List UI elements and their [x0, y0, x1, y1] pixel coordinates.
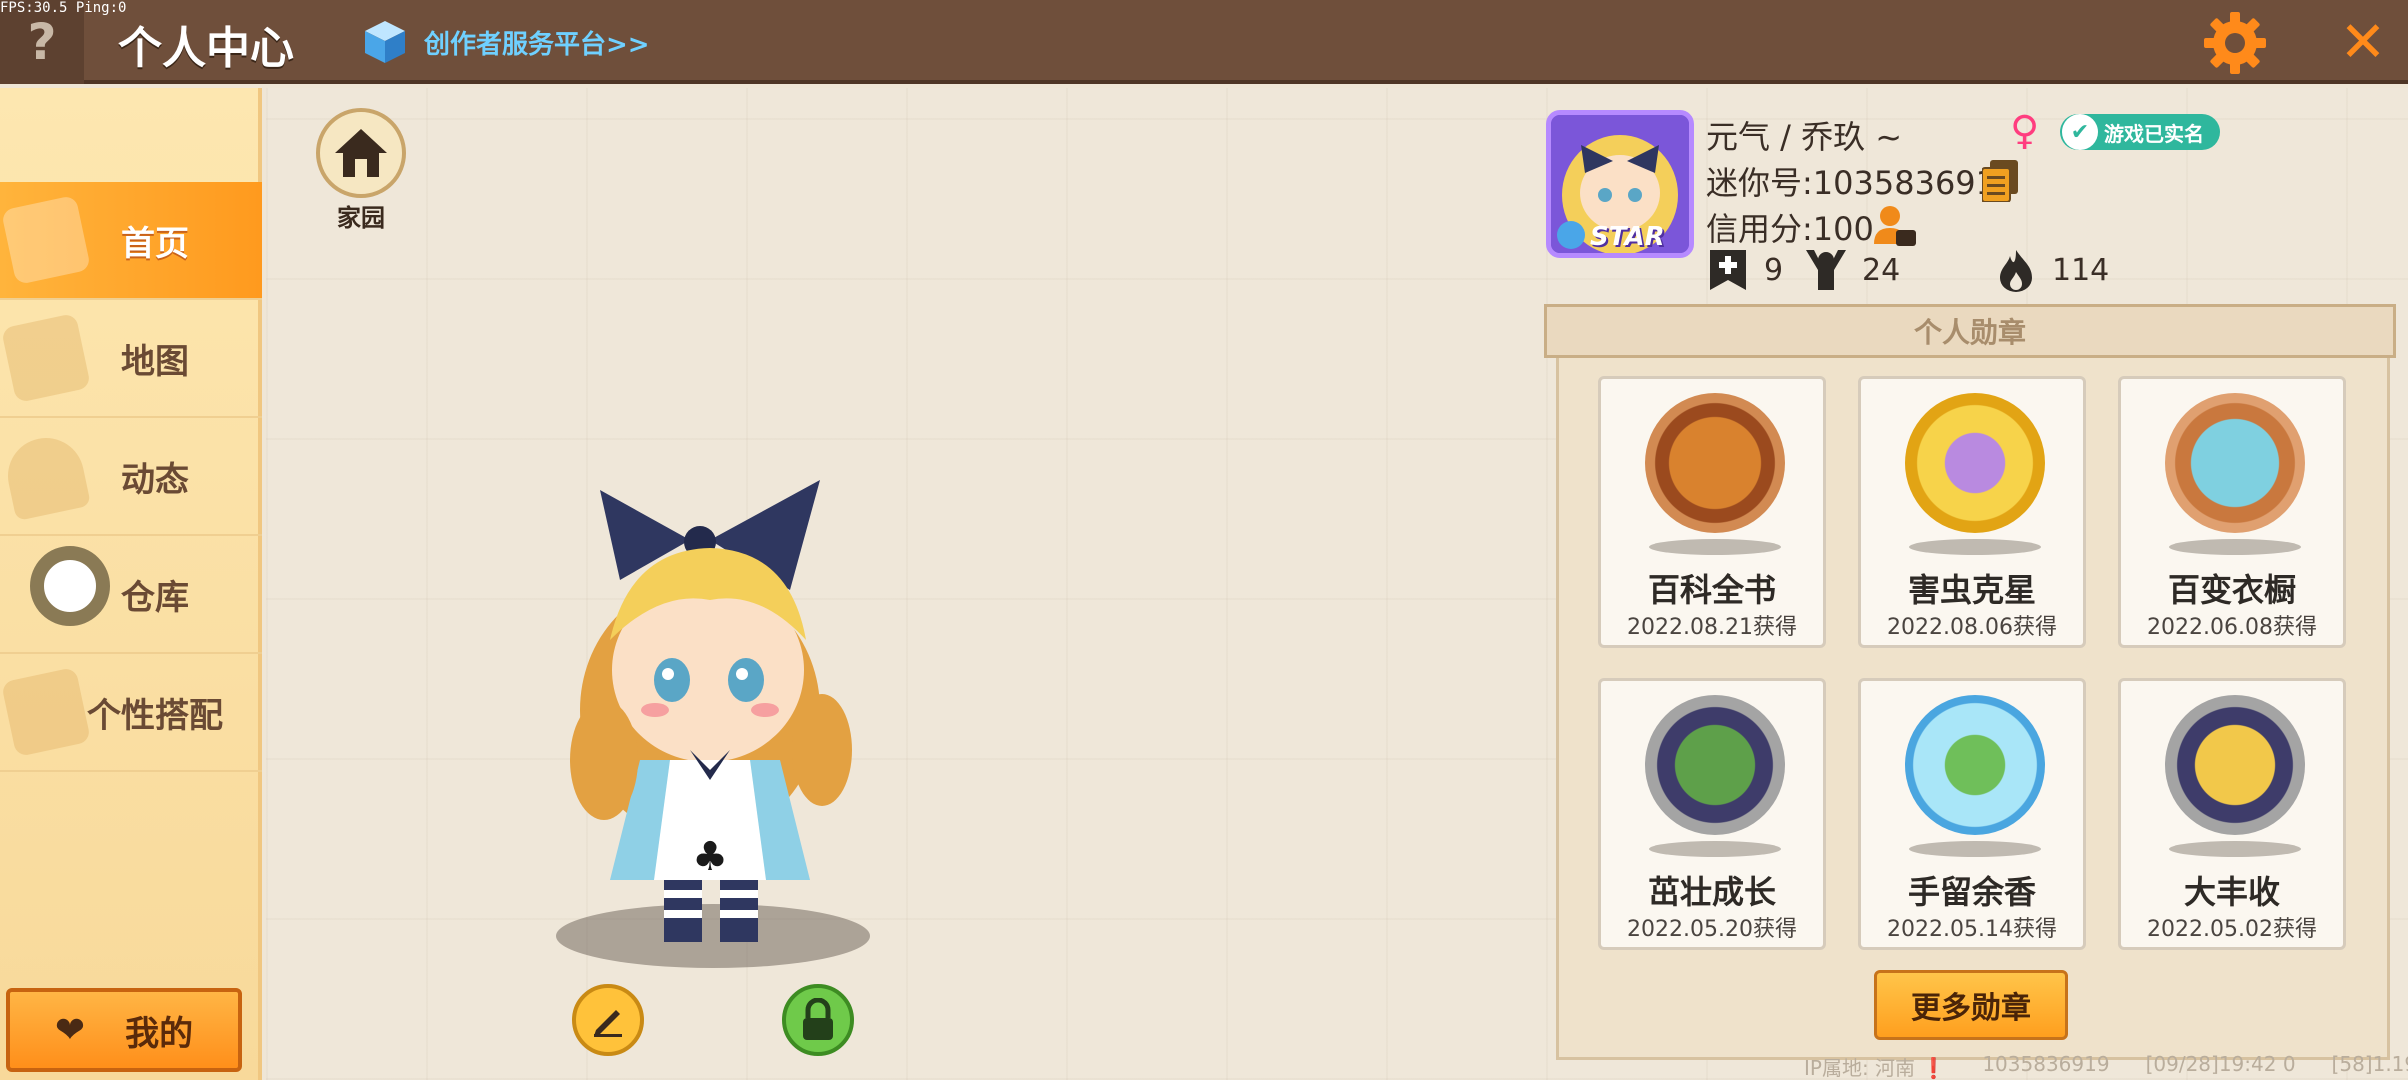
ip-location: IP属地: 河南 ❗ — [1804, 1056, 1947, 1080]
mine-button[interactable]: ❤ 我的 — [6, 988, 242, 1072]
footer-uid: 1035836919 — [1982, 1052, 2110, 1076]
stat-hot: 114 — [1994, 246, 2109, 294]
badge-name: 百变衣橱 — [2167, 571, 2296, 609]
badge-date: 2022.08.06获得 — [1887, 615, 2057, 640]
cube-icon — [365, 21, 405, 63]
badge-date: 2022.05.20获得 — [1627, 917, 1797, 942]
sidebar-item-feed[interactable]: 动态 — [0, 418, 262, 536]
more-badges-button[interactable]: 更多勋章 — [1874, 970, 2068, 1040]
heart-icon: ❤ — [54, 1009, 86, 1051]
badge-date: 2022.05.02获得 — [2147, 917, 2317, 942]
bell-icon — [0, 430, 92, 522]
top-bar: ? 个人中心 创作者服务平台>> ✕ — [0, 0, 2408, 84]
badge-date: 2022.06.08获得 — [2147, 615, 2317, 640]
edit-button[interactable] — [572, 984, 644, 1056]
stat-fans: 24 — [1804, 246, 1900, 294]
sidebar-item-label: 仓库 — [121, 577, 189, 618]
sidebar-item-label: 首页 — [121, 223, 189, 264]
lock-button[interactable] — [782, 984, 854, 1056]
badges-header: 个人勋章 — [1544, 304, 2396, 358]
sidebar-item-label: 个性搭配 — [87, 695, 223, 736]
page-title: 个人中心 — [118, 23, 294, 74]
badge-card[interactable]: 茁壮成长 2022.05.20获得 — [1598, 678, 1826, 950]
sidebar-item-home[interactable]: 首页 — [0, 182, 262, 300]
fps-readout: FPS:30.5 Ping:0 — [0, 0, 127, 16]
badge-card[interactable]: 手留余香 2022.05.14获得 — [1858, 678, 2086, 950]
badge-card[interactable]: 百科全书 2022.08.21获得 — [1598, 376, 1826, 648]
stat-add: 9 — [1706, 246, 1783, 294]
sidebar-item-map[interactable]: 地图 — [0, 300, 262, 418]
copy-icon[interactable] — [1982, 160, 2018, 202]
badge-card[interactable]: 害虫克星 2022.08.06获得 — [1858, 376, 2086, 648]
verified-text: 游戏已实名 — [2104, 121, 2204, 146]
footer-version: [58]1.19.0 — [2331, 1052, 2408, 1076]
sidebar-item-outfit[interactable]: 个性搭配 — [0, 654, 262, 772]
wardrobe-medal-icon — [2165, 393, 2305, 533]
credit-score: 信用分:100 — [1706, 210, 1874, 248]
sprout-medal-icon — [1645, 695, 1785, 835]
medal-shadow — [1649, 539, 1781, 555]
bookmark-plus-icon — [1710, 250, 1746, 290]
stat-add-count: 9 — [1764, 252, 1784, 288]
footer-info: IP属地: 河南 ❗ 1035836919 [09/28]19:42 0 [58… — [1804, 1052, 2408, 1080]
home-label: 家园 — [337, 204, 385, 232]
map-icon — [0, 312, 92, 404]
flame-icon — [2000, 250, 2032, 292]
verified-badge: ✔ 游戏已实名 — [2060, 114, 2220, 150]
home-button[interactable] — [316, 108, 406, 198]
creator-platform-label: 创作者服务平台>> — [424, 29, 650, 60]
outfit-icon — [0, 666, 92, 758]
medal-shadow — [1909, 539, 2041, 555]
medal-shadow — [2169, 841, 2301, 857]
badge-name: 茁壮成长 — [1647, 873, 1776, 911]
harvest-medal-icon — [2165, 695, 2305, 835]
badge-card[interactable]: 百变衣橱 2022.06.08获得 — [2118, 376, 2346, 648]
house-icon — [335, 129, 387, 177]
sidebar-item-label: 地图 — [121, 341, 189, 382]
sidebar-item-label: 动态 — [121, 459, 189, 500]
close-button[interactable]: ✕ — [2318, 0, 2408, 84]
footer-time: [09/28]19:42 0 — [2145, 1052, 2296, 1076]
svg-text:♣: ♣ — [692, 834, 728, 880]
person-check-icon: ✔ — [2062, 114, 2098, 150]
medal-shadow — [1649, 841, 1781, 857]
mini-id: 迷你号:1035836919 — [1706, 164, 2017, 202]
badge-name: 害虫克星 — [1907, 571, 2036, 609]
credit-icon[interactable] — [1874, 204, 1916, 248]
badge-name: 手留余香 — [1907, 873, 2036, 911]
book-medal-icon — [1645, 393, 1785, 533]
pencil-icon — [594, 1010, 622, 1037]
badge-name: 百科全书 — [1647, 571, 1776, 609]
star-tag: STAR — [1590, 222, 1665, 252]
creator-platform-link[interactable]: 创作者服务平台>> — [362, 16, 650, 68]
badge-card[interactable]: 大丰收 2022.05.02获得 — [2118, 678, 2346, 950]
home-tab-icon — [0, 194, 92, 286]
nickname: 元气 / 乔玖 ~ — [1706, 118, 1903, 156]
badge-date: 2022.05.14获得 — [1887, 917, 2057, 942]
stat-hot-count: 114 — [2052, 252, 2110, 288]
badge-date: 2022.08.21获得 — [1627, 615, 1797, 640]
character-avatar[interactable]: ♣ — [560, 470, 860, 960]
mine-label: 我的 — [125, 1013, 194, 1054]
female-icon: ♀ — [2010, 108, 2040, 154]
badge-name: 大丰收 — [2183, 873, 2280, 911]
cheer-icon — [1806, 250, 1846, 290]
bug-medal-icon — [1905, 393, 2045, 533]
stat-fans-count: 24 — [1862, 252, 1901, 288]
gear-icon[interactable] — [2200, 8, 2270, 78]
touch-indicator — [30, 546, 110, 626]
medal-shadow — [1909, 841, 2041, 857]
flower-medal-icon — [1905, 695, 2045, 835]
medal-shadow — [2169, 539, 2301, 555]
lock-icon — [803, 998, 833, 1040]
